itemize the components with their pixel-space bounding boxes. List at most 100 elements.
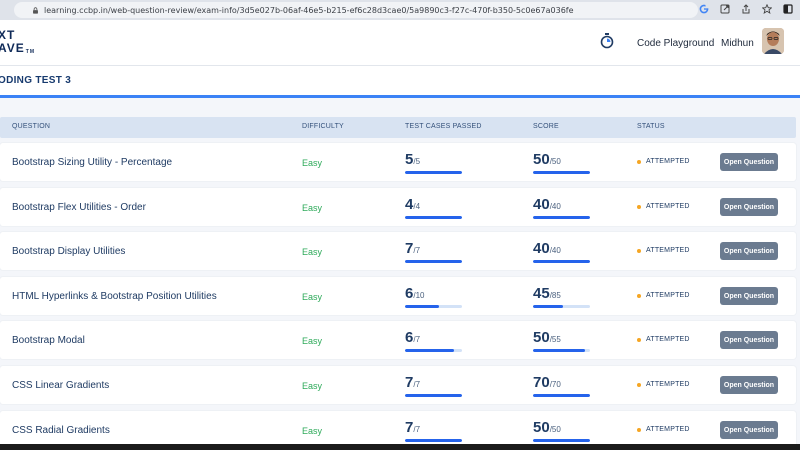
score-progress-bar xyxy=(533,171,590,174)
question-name: Bootstrap Modal xyxy=(12,335,85,346)
test-cases-value: 7/7 xyxy=(405,374,420,392)
score-progress-bar xyxy=(533,260,590,263)
score-total: /40 xyxy=(549,202,561,211)
page-title: ODING TEST 3 xyxy=(0,75,72,86)
test-cases-progress-fill xyxy=(405,260,462,263)
code-playground-link[interactable]: Code Playground xyxy=(637,38,714,49)
open-question-button[interactable]: Open Question xyxy=(720,376,778,394)
status-badge: ATTEMPTED xyxy=(637,381,690,388)
score-progress-fill xyxy=(533,305,564,308)
score-obtained: 50 xyxy=(533,419,550,436)
score-obtained: 40 xyxy=(533,196,550,213)
score-value: 40/40 xyxy=(533,196,561,214)
logo-line-2-text: AVE xyxy=(0,41,25,55)
test-cases-value: 7/7 xyxy=(405,419,420,437)
test-cases-total: /10 xyxy=(413,291,425,300)
table-row: Bootstrap Flex Utilities - Order Easy 4/4 4… xyxy=(0,188,796,226)
score-value: 50/50 xyxy=(533,419,561,437)
google-icon[interactable] xyxy=(698,3,710,15)
score-progress-fill xyxy=(533,394,590,397)
status-text: ATTEMPTED xyxy=(646,426,690,433)
test-cases-value: 4/4 xyxy=(405,196,420,214)
star-icon[interactable] xyxy=(761,3,773,15)
score-value: 50/50 xyxy=(533,151,561,169)
test-cases-total: /7 xyxy=(413,335,421,344)
test-cases-progress-bar xyxy=(405,439,462,442)
score-total: /85 xyxy=(549,291,561,300)
score-progress-bar xyxy=(533,439,590,442)
open-question-button[interactable]: Open Question xyxy=(720,287,778,305)
test-cases-progress-fill xyxy=(405,305,440,308)
difficulty-label: Easy xyxy=(302,292,323,302)
header-score: SCORE xyxy=(533,123,559,130)
logo[interactable]: XT AVETM xyxy=(0,28,40,58)
test-cases-progress-fill xyxy=(405,216,462,219)
title-strip: ODING TEST 3 xyxy=(0,66,800,98)
score-value: 50/55 xyxy=(533,329,561,347)
status-dot xyxy=(637,248,641,253)
logo-line-2: AVETM xyxy=(0,41,35,55)
status-text: ATTEMPTED xyxy=(646,292,690,299)
question-name: Bootstrap Display Utilities xyxy=(12,246,126,257)
open-question-button[interactable]: Open Question xyxy=(720,198,778,216)
open-question-button[interactable]: Open Question xyxy=(720,421,778,439)
open-in-app-icon[interactable] xyxy=(719,3,731,15)
status-badge: ATTEMPTED xyxy=(637,203,690,210)
header-difficulty: DIFFICULTY xyxy=(302,123,344,130)
side-panel-icon[interactable] xyxy=(782,3,794,15)
test-cases-progress-bar xyxy=(405,349,462,352)
taskbar xyxy=(0,444,800,450)
test-cases-progress-fill xyxy=(405,439,462,442)
url-text: learning.ccbp.in/web-question-review/exa… xyxy=(44,5,574,15)
lock-icon xyxy=(33,7,38,14)
score-value: 70/70 xyxy=(533,374,561,392)
question-name: Bootstrap Flex Utilities - Order xyxy=(12,202,146,213)
table-row: Bootstrap Sizing Utility - Percentage Eas… xyxy=(0,143,796,181)
timer-icon[interactable] xyxy=(600,33,614,49)
test-cases-value: 5/5 xyxy=(405,151,420,169)
status-badge: ATTEMPTED xyxy=(637,426,690,433)
question-name: CSS Radial Gradients xyxy=(12,425,110,436)
share-icon[interactable] xyxy=(740,3,752,15)
score-obtained: 50 xyxy=(533,329,550,346)
difficulty-label: Easy xyxy=(302,381,323,391)
test-cases-total: /7 xyxy=(413,246,421,255)
score-progress-fill xyxy=(533,349,585,352)
test-cases-progress-fill xyxy=(405,171,462,174)
open-question-button[interactable]: Open Question xyxy=(720,242,778,260)
status-dot xyxy=(637,382,641,387)
test-cases-value: 7/7 xyxy=(405,240,420,258)
header-status: STATUS xyxy=(637,123,665,130)
score-total: /70 xyxy=(549,380,561,389)
status-dot xyxy=(637,293,641,298)
status-dot xyxy=(637,427,641,432)
open-question-button[interactable]: Open Question xyxy=(720,331,778,349)
avatar[interactable] xyxy=(762,28,784,54)
question-name: CSS Linear Gradients xyxy=(12,380,110,391)
test-cases-progress-bar xyxy=(405,260,462,263)
table-row: CSS Linear Gradients Easy 7/7 70/70 ATTEMPTE… xyxy=(0,366,796,404)
difficulty-label: Easy xyxy=(302,203,323,213)
browser-toolbar: learning.ccbp.in/web-question-review/exa… xyxy=(0,0,800,20)
difficulty-label: Easy xyxy=(302,247,323,257)
score-progress-bar xyxy=(533,394,590,397)
status-badge: ATTEMPTED xyxy=(637,336,690,343)
status-text: ATTEMPTED xyxy=(646,158,690,165)
status-text: ATTEMPTED xyxy=(646,203,690,210)
app-header: XT AVETM Code Playground Midhun xyxy=(0,20,800,66)
test-cases-value: 6/7 xyxy=(405,329,420,347)
user-name[interactable]: Midhun xyxy=(721,38,754,49)
address-bar[interactable]: learning.ccbp.in/web-question-review/exa… xyxy=(14,2,698,18)
test-cases-total: /7 xyxy=(413,380,421,389)
difficulty-label: Easy xyxy=(302,158,323,168)
difficulty-label: Easy xyxy=(302,336,323,346)
score-obtained: 70 xyxy=(533,374,550,391)
score-progress-bar xyxy=(533,216,590,219)
header-test-cases: TEST CASES PASSED xyxy=(405,123,482,130)
status-badge: ATTEMPTED xyxy=(637,247,690,254)
test-cases-total: /7 xyxy=(413,425,421,434)
status-badge: ATTEMPTED xyxy=(637,158,690,165)
open-question-button[interactable]: Open Question xyxy=(720,153,778,171)
score-value: 40/40 xyxy=(533,240,561,258)
test-cases-progress-bar xyxy=(405,305,462,308)
